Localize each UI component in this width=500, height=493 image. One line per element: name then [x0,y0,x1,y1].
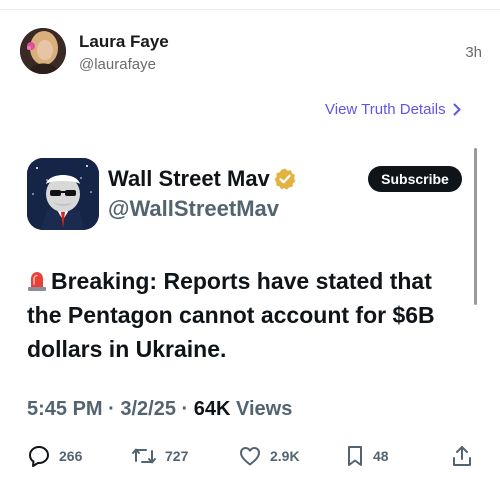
repost-count: 727 [165,448,189,464]
post-header: Laura Faye @laurafaye 3h [20,28,482,80]
view-truth-details-link[interactable]: View Truth Details [325,101,461,118]
embedded-tweet[interactable]: Wall Street Mav @WallStreetMav Subscribe… [0,140,500,493]
meta-separator: · [102,398,121,420]
tweet-actions: 266 727 2.9K 48 [27,444,473,470]
reply-button[interactable]: 266 [27,444,82,468]
bookmark-icon [348,446,362,466]
share-icon [453,446,471,466]
bookmark-count: 48 [373,448,389,464]
verified-badge-icon [274,168,296,190]
subscribe-button[interactable]: Subscribe [368,166,462,192]
tweet-meta: 5:45 PM · 3/2/25 · 64K Views [27,398,292,421]
tweet-time[interactable]: 5:45 PM [27,398,103,420]
embed-scrollbar[interactable] [474,148,477,305]
author-name[interactable]: Laura Faye [79,32,169,52]
tweet-date[interactable]: 3/2/25 [120,398,176,420]
post-time: 3h [465,44,482,61]
view-truth-details-label: View Truth Details [325,101,446,118]
views-label: Views [230,398,293,420]
top-divider [0,9,500,10]
repost-icon [132,448,156,464]
embed-author-name[interactable]: Wall Street Mav [108,166,297,192]
police-light-icon [28,272,46,291]
tweet-text: Breaking: Reports have stated that the P… [27,264,467,366]
author-handle[interactable]: @laurafaye [79,56,156,73]
bookmark-button[interactable]: 48 [345,444,389,468]
like-button[interactable]: 2.9K [238,444,300,468]
author-avatar[interactable] [20,28,66,74]
embed-author-name-text: Wall Street Mav [108,166,270,191]
embed-author-handle[interactable]: @WallStreetMav [108,196,279,222]
chevron-right-icon [453,103,461,116]
reply-icon [29,446,49,467]
views-count: 64K [193,398,231,420]
tweet-text-body: Breaking: Reports have stated that the P… [27,268,435,362]
repost-button[interactable]: 727 [131,444,188,468]
embed-avatar[interactable] [27,158,99,230]
share-button[interactable] [451,444,473,468]
meta-separator: · [175,398,194,420]
like-count: 2.9K [270,448,300,464]
reply-count: 266 [59,448,83,464]
heart-icon [240,447,260,466]
